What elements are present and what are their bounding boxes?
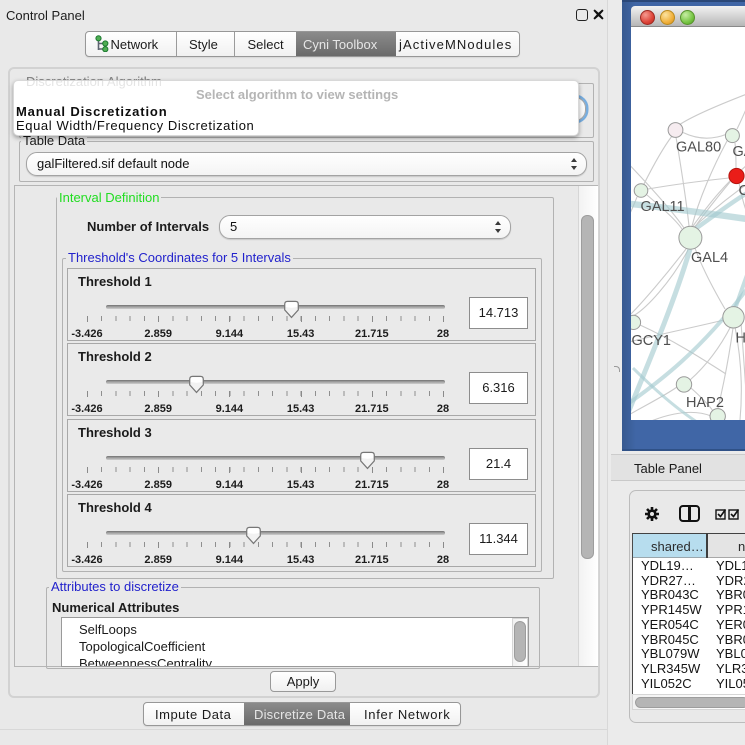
svg-text:GAL11: GAL11: [641, 199, 685, 215]
svg-text:GAL80: GAL80: [676, 140, 721, 156]
svg-text:GCY1: GCY1: [632, 333, 672, 349]
svg-text:H: H: [736, 331, 745, 347]
svg-text:C: C: [739, 183, 745, 199]
svg-text:GAL4: GAL4: [691, 250, 728, 266]
svg-text:GA: GA: [733, 144, 745, 160]
svg-text:HAP2: HAP2: [686, 395, 724, 411]
